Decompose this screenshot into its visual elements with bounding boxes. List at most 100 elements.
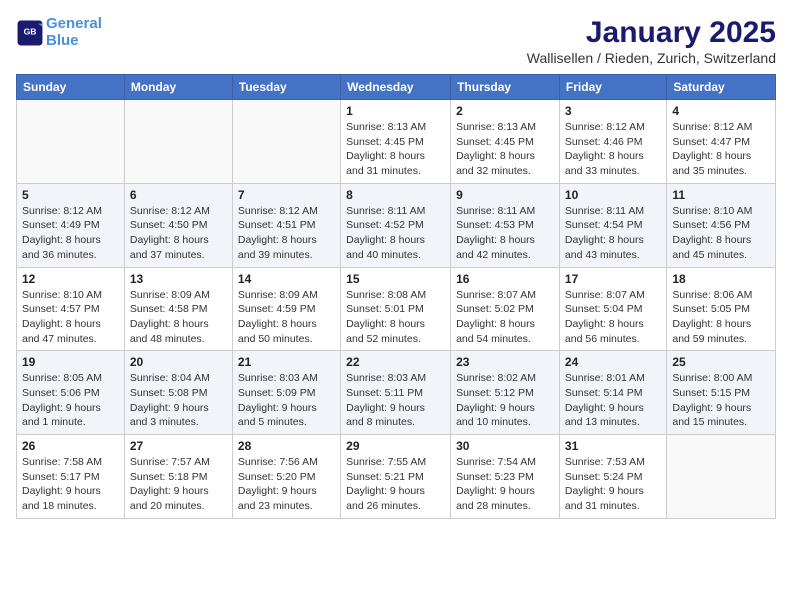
- calendar-cell: 9 Sunrise: 8:11 AM Sunset: 4:53 PM Daylig…: [451, 183, 560, 267]
- day-number: 29: [346, 439, 445, 453]
- day-number: 24: [565, 355, 661, 369]
- day-number: 3: [565, 104, 661, 118]
- day-detail: Sunrise: 8:12 AM Sunset: 4:46 PM Dayligh…: [565, 120, 661, 179]
- day-detail: Sunrise: 8:08 AM Sunset: 5:01 PM Dayligh…: [346, 288, 445, 347]
- weekday-header: Friday: [559, 75, 666, 100]
- title-block: January 2025 Wallisellen / Rieden, Zuric…: [527, 16, 776, 66]
- day-number: 22: [346, 355, 445, 369]
- day-detail: Sunrise: 8:01 AM Sunset: 5:14 PM Dayligh…: [565, 371, 661, 430]
- calendar-cell: 23 Sunrise: 8:02 AM Sunset: 5:12 PM Dayli…: [451, 351, 560, 435]
- weekday-header-row: SundayMondayTuesdayWednesdayThursdayFrid…: [17, 75, 776, 100]
- day-detail: Sunrise: 8:12 AM Sunset: 4:51 PM Dayligh…: [238, 204, 335, 263]
- day-number: 31: [565, 439, 661, 453]
- day-detail: Sunrise: 8:10 AM Sunset: 4:56 PM Dayligh…: [672, 204, 770, 263]
- calendar-week-row: 1 Sunrise: 8:13 AM Sunset: 4:45 PM Daylig…: [17, 100, 776, 184]
- calendar-cell: 16Sunrise: 8:07 AM Sunset: 5:02 PM Dayli…: [451, 267, 560, 351]
- day-detail: Sunrise: 8:06 AM Sunset: 5:05 PM Dayligh…: [672, 288, 770, 347]
- day-number: 28: [238, 439, 335, 453]
- day-detail: Sunrise: 8:04 AM Sunset: 5:08 PM Dayligh…: [130, 371, 227, 430]
- day-number: 15: [346, 272, 445, 286]
- calendar-week-row: 5Sunrise: 8:12 AM Sunset: 4:49 PM Daylig…: [17, 183, 776, 267]
- day-number: 16: [456, 272, 554, 286]
- calendar-cell: [17, 100, 125, 184]
- calendar-cell: 18 Sunrise: 8:06 AM Sunset: 5:05 PM Dayli…: [667, 267, 776, 351]
- day-detail: Sunrise: 7:55 AM Sunset: 5:21 PM Dayligh…: [346, 455, 445, 514]
- day-detail: Sunrise: 8:11 AM Sunset: 4:53 PM Dayligh…: [456, 204, 554, 263]
- calendar-cell: 10Sunrise: 8:11 AM Sunset: 4:54 PM Dayli…: [559, 183, 666, 267]
- calendar-cell: 3 Sunrise: 8:12 AM Sunset: 4:46 PM Daylig…: [559, 100, 666, 184]
- day-detail: Sunrise: 7:53 AM Sunset: 5:24 PM Dayligh…: [565, 455, 661, 514]
- day-number: 11: [672, 188, 770, 202]
- day-detail: Sunrise: 8:07 AM Sunset: 5:04 PM Dayligh…: [565, 288, 661, 347]
- day-number: 6: [130, 188, 227, 202]
- calendar-cell: 7 Sunrise: 8:12 AM Sunset: 4:51 PM Daylig…: [232, 183, 340, 267]
- calendar-cell: 22 Sunrise: 8:03 AM Sunset: 5:11 PM Dayli…: [341, 351, 451, 435]
- day-number: 20: [130, 355, 227, 369]
- calendar-cell: [667, 435, 776, 519]
- calendar-week-row: 26Sunrise: 7:58 AM Sunset: 5:17 PM Dayli…: [17, 435, 776, 519]
- day-detail: Sunrise: 7:54 AM Sunset: 5:23 PM Dayligh…: [456, 455, 554, 514]
- weekday-header: Monday: [124, 75, 232, 100]
- day-number: 17: [565, 272, 661, 286]
- calendar-cell: 21 Sunrise: 8:03 AM Sunset: 5:09 PM Dayli…: [232, 351, 340, 435]
- calendar-cell: 17 Sunrise: 8:07 AM Sunset: 5:04 PM Dayli…: [559, 267, 666, 351]
- calendar-cell: [124, 100, 232, 184]
- day-detail: Sunrise: 8:11 AM Sunset: 4:52 PM Dayligh…: [346, 204, 445, 263]
- calendar-subtitle: Wallisellen / Rieden, Zurich, Switzerlan…: [527, 50, 776, 66]
- calendar-cell: 31 Sunrise: 7:53 AM Sunset: 5:24 PM Dayli…: [559, 435, 666, 519]
- logo-text: General Blue: [46, 16, 102, 49]
- day-detail: Sunrise: 8:13 AM Sunset: 4:45 PM Dayligh…: [456, 120, 554, 179]
- page-header: GB General Blue January 2025 Wallisellen…: [16, 16, 776, 66]
- calendar-cell: 11 Sunrise: 8:10 AM Sunset: 4:56 PM Dayli…: [667, 183, 776, 267]
- day-detail: Sunrise: 8:09 AM Sunset: 4:58 PM Dayligh…: [130, 288, 227, 347]
- day-detail: Sunrise: 8:00 AM Sunset: 5:15 PM Dayligh…: [672, 371, 770, 430]
- calendar-cell: 26Sunrise: 7:58 AM Sunset: 5:17 PM Dayli…: [17, 435, 125, 519]
- day-number: 9: [456, 188, 554, 202]
- calendar-cell: 5Sunrise: 8:12 AM Sunset: 4:49 PM Daylig…: [17, 183, 125, 267]
- calendar-cell: 8 Sunrise: 8:11 AM Sunset: 4:52 PM Daylig…: [341, 183, 451, 267]
- calendar-cell: 15 Sunrise: 8:08 AM Sunset: 5:01 PM Dayli…: [341, 267, 451, 351]
- weekday-header: Wednesday: [341, 75, 451, 100]
- calendar-cell: 29 Sunrise: 7:55 AM Sunset: 5:21 PM Dayli…: [341, 435, 451, 519]
- calendar-week-row: 12 Sunrise: 8:10 AM Sunset: 4:57 PM Dayli…: [17, 267, 776, 351]
- day-number: 18: [672, 272, 770, 286]
- calendar-cell: 19 Sunrise: 8:05 AM Sunset: 5:06 PM Dayli…: [17, 351, 125, 435]
- day-number: 19: [22, 355, 119, 369]
- day-detail: Sunrise: 8:02 AM Sunset: 5:12 PM Dayligh…: [456, 371, 554, 430]
- logo: GB General Blue: [16, 16, 102, 49]
- day-detail: Sunrise: 8:03 AM Sunset: 5:09 PM Dayligh…: [238, 371, 335, 430]
- day-detail: Sunrise: 8:10 AM Sunset: 4:57 PM Dayligh…: [22, 288, 119, 347]
- calendar-cell: 14 Sunrise: 8:09 AM Sunset: 4:59 PM Dayli…: [232, 267, 340, 351]
- day-detail: Sunrise: 8:11 AM Sunset: 4:54 PM Dayligh…: [565, 204, 661, 263]
- day-detail: Sunrise: 8:12 AM Sunset: 4:50 PM Dayligh…: [130, 204, 227, 263]
- day-number: 27: [130, 439, 227, 453]
- day-detail: Sunrise: 8:03 AM Sunset: 5:11 PM Dayligh…: [346, 371, 445, 430]
- calendar-cell: 2Sunrise: 8:13 AM Sunset: 4:45 PM Daylig…: [451, 100, 560, 184]
- day-number: 7: [238, 188, 335, 202]
- day-number: 23: [456, 355, 554, 369]
- day-detail: Sunrise: 8:05 AM Sunset: 5:06 PM Dayligh…: [22, 371, 119, 430]
- calendar-title: January 2025: [527, 16, 776, 50]
- calendar-cell: 27Sunrise: 7:57 AM Sunset: 5:18 PM Dayli…: [124, 435, 232, 519]
- calendar-cell: 30 Sunrise: 7:54 AM Sunset: 5:23 PM Dayli…: [451, 435, 560, 519]
- day-detail: Sunrise: 8:12 AM Sunset: 4:49 PM Dayligh…: [22, 204, 119, 263]
- day-detail: Sunrise: 8:09 AM Sunset: 4:59 PM Dayligh…: [238, 288, 335, 347]
- logo-icon: GB: [16, 19, 44, 47]
- day-number: 12: [22, 272, 119, 286]
- weekday-header: Sunday: [17, 75, 125, 100]
- weekday-header: Saturday: [667, 75, 776, 100]
- calendar-table: SundayMondayTuesdayWednesdayThursdayFrid…: [16, 74, 776, 519]
- svg-text:GB: GB: [24, 26, 37, 36]
- calendar-cell: 4Sunrise: 8:12 AM Sunset: 4:47 PM Daylig…: [667, 100, 776, 184]
- day-number: 8: [346, 188, 445, 202]
- day-detail: Sunrise: 8:13 AM Sunset: 4:45 PM Dayligh…: [346, 120, 445, 179]
- calendar-cell: [232, 100, 340, 184]
- calendar-cell: 20 Sunrise: 8:04 AM Sunset: 5:08 PM Dayli…: [124, 351, 232, 435]
- day-number: 1: [346, 104, 445, 118]
- day-number: 30: [456, 439, 554, 453]
- day-detail: Sunrise: 7:56 AM Sunset: 5:20 PM Dayligh…: [238, 455, 335, 514]
- day-number: 14: [238, 272, 335, 286]
- weekday-header: Tuesday: [232, 75, 340, 100]
- day-number: 21: [238, 355, 335, 369]
- day-number: 4: [672, 104, 770, 118]
